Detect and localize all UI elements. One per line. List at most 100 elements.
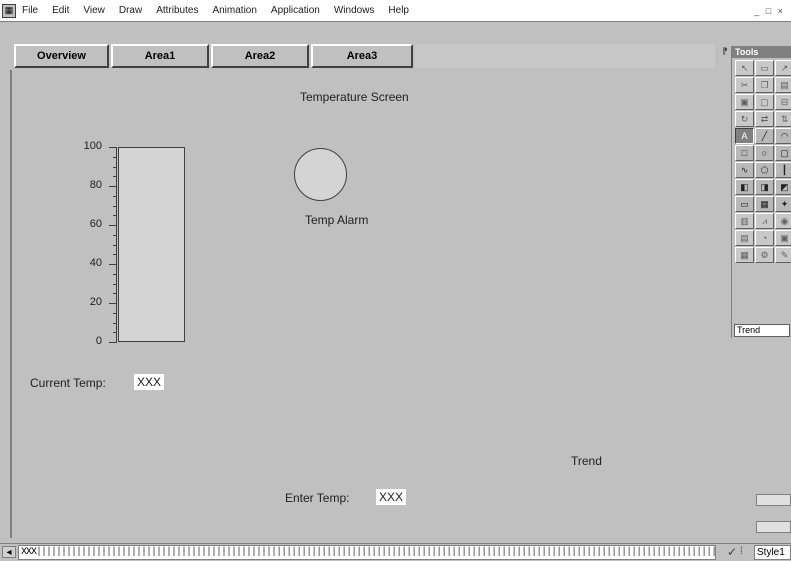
chart-icon[interactable]: ▥ [735,213,754,229]
gauge-tick [109,342,117,343]
tools-palette: Tools ↖ ▭ ↗ ✂ ❐ ▤ ▣ ▢ ⊟ ↻ ⇄ ⇅ A ╱ ◠ □ ○ … [731,46,791,338]
pointer-icon[interactable]: ↗ [775,60,791,76]
mirror-icon[interactable]: ⇅ [775,111,791,127]
menu-windows[interactable]: Windows [334,5,375,16]
current-temp-value: XXX [134,374,165,390]
slider-icon[interactable]: ▤ [735,230,754,246]
current-temp-label: Current Temp: [30,376,106,390]
text-tool-icon[interactable]: A [735,128,754,144]
copy-icon[interactable]: ❐ [755,77,774,93]
group-icon[interactable]: ▣ [735,94,754,110]
trend-icon[interactable]: ⩘ [755,213,774,229]
enter-temp-label: Enter Temp: [285,491,350,505]
checkmark-icon[interactable]: ✓ [727,545,737,559]
gauge-tick [113,274,117,275]
tools-field[interactable]: Trend [734,324,790,337]
paint-icon[interactable]: ✎ [775,247,791,263]
ungroup-icon[interactable]: ▢ [755,94,774,110]
text-color-icon[interactable]: ◩ [775,179,791,195]
gauge-tick [109,147,117,148]
line-icon[interactable]: ╱ [755,128,774,144]
pipe-icon[interactable]: ┃ [775,162,791,178]
gauge-tick-label: 0 [95,335,102,347]
frame-icon[interactable]: ▭ [755,60,774,76]
gauge-tick [113,313,117,314]
gauge-tick-label: 60 [89,218,102,230]
gauge-tick-label: 20 [89,296,102,308]
enter-temp-input[interactable]: XXX [376,489,407,505]
button-icon[interactable]: ▭ [735,196,754,212]
gauge-tick [113,284,117,285]
gauge-tick [109,303,117,304]
bottom-input-fill: ||||||||||||||||||||||||||||||||||||||||… [36,547,716,558]
gauge-tick [113,254,117,255]
bottom-input-field[interactable]: XXX |||||||||||||||||||||||||||||||||||||… [18,545,716,560]
tools-grid: ↖ ▭ ↗ ✂ ❐ ▤ ▣ ▢ ⊟ ↻ ⇄ ⇅ A ╱ ◠ □ ○ ▢ ∿ ⬠ … [735,60,791,263]
rounded-rect-icon[interactable]: ▢ [775,145,791,161]
menu-animation[interactable]: Animation [212,5,256,16]
flip-icon[interactable]: ⇄ [755,111,774,127]
app-icon[interactable]: ▦ [2,3,16,18]
menu-bar: ▦ File Edit View Draw Attributes Animati… [0,0,791,22]
meter-icon[interactable]: ◔ [755,230,774,246]
ellipse-icon[interactable]: ○ [755,145,774,161]
menu-help[interactable]: Help [388,5,409,16]
bitmap-icon[interactable]: ▦ [755,196,774,212]
rectangle-icon[interactable]: □ [735,145,754,161]
splitter-icon[interactable]: ⁞ [740,546,743,557]
gauge-tick [113,157,117,158]
gauge-tick [113,332,117,333]
gauge-tick [113,167,117,168]
alarm-indicator[interactable] [294,148,347,201]
gauge-tick [113,245,117,246]
tab-area1[interactable]: Area1 [111,44,209,68]
gauge-tick [113,206,117,207]
tab-overview[interactable]: Overview [14,44,109,68]
align-icon[interactable]: ⊟ [775,94,791,110]
rotate-icon[interactable]: ↻ [735,111,754,127]
window-icon[interactable]: ▣ [775,230,791,246]
paste-icon[interactable]: ▤ [775,77,791,93]
menu-attributes[interactable]: Attributes [156,5,198,16]
side-field-lower[interactable] [756,521,791,533]
line-color-icon[interactable]: ◨ [755,179,774,195]
cut-icon[interactable]: ✂ [735,77,754,93]
tab-area2[interactable]: Area2 [211,44,309,68]
tools-title[interactable]: Tools [732,46,791,58]
gauge-tick [113,323,117,324]
select-icon[interactable]: ↖ [735,60,754,76]
temperature-gauge-bar[interactable] [118,147,185,342]
tab-strip-filler [415,44,715,68]
alarm-icon[interactable]: ◉ [775,213,791,229]
arc-icon[interactable]: ◠ [775,128,791,144]
gauge-tick [109,225,117,226]
menu-application[interactable]: Application [271,5,320,16]
gear-icon[interactable]: ⚙ [755,247,774,263]
bottom-bar: ◂ XXX |||||||||||||||||||||||||||||||||||… [0,543,791,561]
screen-title: Temperature Screen [300,90,409,104]
wizard-icon[interactable]: ✦ [775,196,791,212]
gauge-tick [113,293,117,294]
gauge-tick [113,215,117,216]
gauge-tick [109,186,117,187]
palette-marker-icon: ⁋ [722,46,728,56]
arrow-left-icon[interactable]: ◂ [2,546,16,558]
menu-draw[interactable]: Draw [119,5,142,16]
window-controls[interactable]: _ □ × [754,6,785,16]
menu-file[interactable]: File [22,5,38,16]
gauge-tick [109,264,117,265]
polyline-icon[interactable]: ∿ [735,162,754,178]
tab-area3[interactable]: Area3 [311,44,413,68]
fill-icon[interactable]: ◧ [735,179,754,195]
menu-edit[interactable]: Edit [52,5,69,16]
layer-icon[interactable]: ▦ [735,247,754,263]
side-field-upper[interactable] [756,494,791,506]
gauge-tick [113,235,117,236]
style-field[interactable]: Style1 [754,545,791,560]
polygon-icon[interactable]: ⬠ [755,162,774,178]
gauge-tick-label: 80 [89,179,102,191]
menu-view[interactable]: View [83,5,105,16]
trend-label: Trend [571,454,602,468]
gauge-tick-label: 100 [83,140,102,152]
gauge-tick [113,196,117,197]
